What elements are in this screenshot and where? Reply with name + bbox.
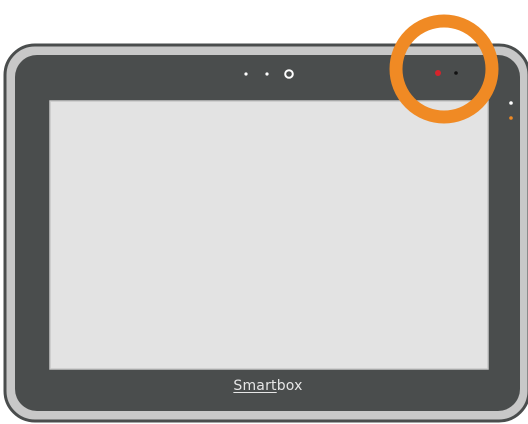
tablet-illustration bbox=[3, 14, 528, 423]
black-sensor-dot bbox=[454, 71, 458, 75]
tablet-screen bbox=[49, 100, 489, 370]
red-sensor-dot bbox=[435, 70, 441, 76]
smartbox-logo: Smartbox bbox=[233, 379, 302, 393]
sensor-dot-left bbox=[244, 72, 248, 76]
brand-wrap: Smartbox bbox=[0, 378, 528, 394]
brand-logo-part2: box bbox=[276, 378, 303, 394]
sensor-dot-middle bbox=[265, 72, 269, 76]
side-led-orange bbox=[509, 116, 513, 120]
brand-logo-part1: Smart bbox=[233, 378, 277, 394]
side-led-white bbox=[509, 101, 513, 105]
